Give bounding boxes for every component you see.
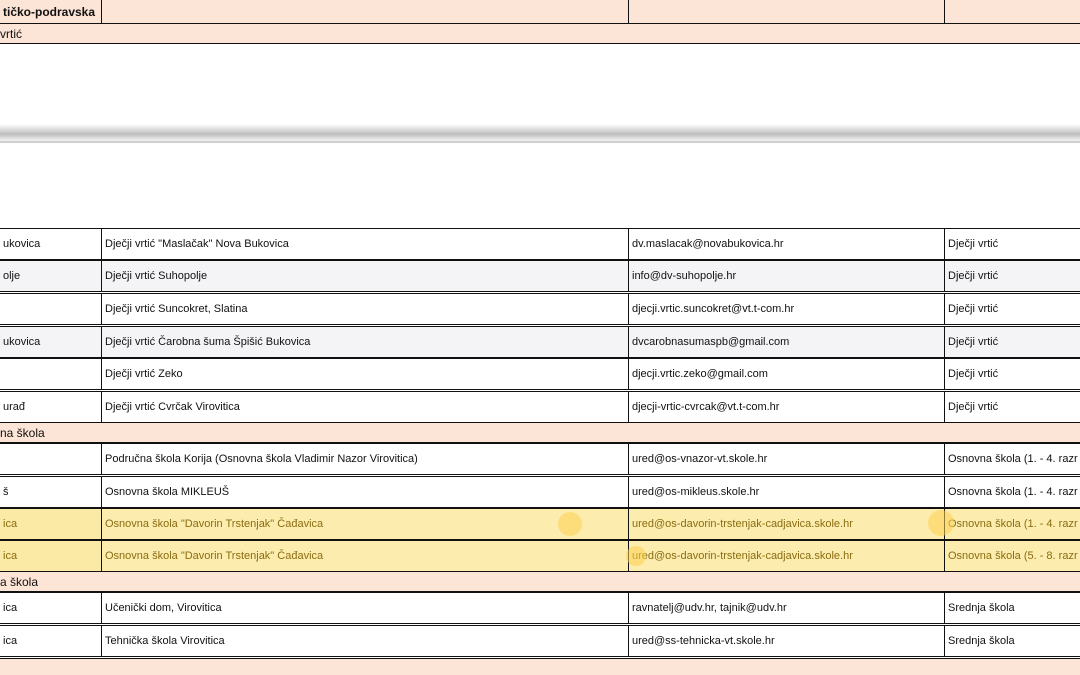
table-row: Dječji vrtić Zeko djecji.vrtic.zeko@gmai…: [0, 358, 1080, 390]
highlighter-mark: [626, 546, 646, 566]
type-cell: Osnovna škola (5. - 8. razr: [944, 541, 1080, 571]
table-row: š Osnovna škola MIKLEUŠ ured@os-mikleus.…: [0, 476, 1080, 508]
table-row-highlighted: ica Osnovna škola "Davorin Trstenjak" Ča…: [0, 540, 1080, 572]
place-cell: ukovica: [3, 336, 41, 348]
institution-cell: Dječji vrtić "Maslačak" Nova Bukovica: [101, 229, 628, 259]
region-name: tičko-podravska: [3, 4, 96, 19]
institution-cell: Osnovna škola "Davorin Trstenjak" Čađavi…: [101, 509, 628, 539]
place-cell: ukovica: [3, 238, 41, 250]
institution-cell: Osnovna škola MIKLEUŠ: [101, 477, 628, 507]
email-cell: info@dv-suhopolje.hr: [628, 261, 944, 291]
table-row-highlighted: ica Osnovna škola "Davorin Trstenjak" Ča…: [0, 508, 1080, 540]
type-cell: Osnovna škola (1. - 4. razr: [944, 509, 1080, 539]
page-break-line: [0, 141, 1080, 143]
institution-cell: Tehnička škola Virovitica: [101, 626, 628, 656]
institution-cell: Dječji vrtić Cvrčak Virovitica: [101, 392, 628, 422]
place-cell: [0, 444, 101, 474]
place-cell: [0, 359, 101, 389]
region-header-row: tičko-podravska: [0, 0, 1080, 24]
table-row: Dječji vrtić Suncokret, Slatina djecji.v…: [0, 293, 1080, 325]
place-cell: olje: [3, 270, 21, 282]
email-cell: ured@os-davorin-trstenjak-cadjavica.skol…: [628, 509, 944, 539]
email-cell: ured@ss-tehnicka-vt.skole.hr: [628, 626, 944, 656]
email-cell: djecji-vrtic-cvrcak@vt.t-com.hr: [628, 392, 944, 422]
table-row: olje Dječji vrtić Suhopolje info@dv-suho…: [0, 260, 1080, 292]
type-cell: Osnovna škola (1. - 4. razr: [944, 477, 1080, 507]
institution-cell: Dječji vrtić Suncokret, Slatina: [101, 294, 628, 324]
table-row: Područna škola Korija (Osnovna škola Vla…: [0, 443, 1080, 475]
next-section-strip: [0, 658, 1080, 675]
institution-cell: Osnovna škola "Davorin Trstenjak" Čađavi…: [101, 541, 628, 571]
type-cell: Dječji vrtić: [944, 327, 1080, 357]
section-kindergarten-label: vrtić: [0, 26, 22, 41]
type-cell: Osnovna škola (1. - 4. razr: [944, 444, 1080, 474]
place-cell: ica: [0, 509, 101, 539]
institution-cell: Dječji vrtić Suhopolje: [101, 261, 628, 291]
institution-cell: Područna škola Korija (Osnovna škola Vla…: [101, 444, 628, 474]
type-cell: Dječji vrtić: [944, 359, 1080, 389]
spreadsheet-page: tičko-podravska vrtić ukovica Dječji vrt…: [0, 0, 1080, 675]
email-cell: ured@os-mikleus.skole.hr: [628, 477, 944, 507]
place-cell: ica: [3, 602, 18, 614]
email-cell: ured@os-vnazor-vt.skole.hr: [628, 444, 944, 474]
place-cell: [0, 294, 101, 324]
region-cell-4: [944, 0, 1080, 23]
type-cell: Dječji vrtić: [944, 294, 1080, 324]
place-cell: š: [3, 486, 9, 498]
place-cell: urađ: [3, 401, 26, 413]
highlighter-mark: [558, 512, 582, 536]
region-cell-2: [101, 0, 628, 23]
table-row: ica Tehnička škola Virovitica ured@ss-te…: [0, 625, 1080, 657]
type-cell: Dječji vrtić: [944, 261, 1080, 291]
type-cell: Dječji vrtić: [944, 392, 1080, 422]
section-primary: na škola: [0, 423, 1080, 443]
highlighter-mark: [928, 510, 954, 536]
section-kindergarten: vrtić: [0, 24, 1080, 44]
table-row: ukovica Dječji vrtić "Maslačak" Nova Buk…: [0, 228, 1080, 260]
place-cell: ica: [0, 541, 101, 571]
table-row: ukovica Dječji vrtić Čarobna šuma Špišić…: [0, 326, 1080, 358]
table-row: ica Učenički dom, Virovitica ravnatelj@u…: [0, 592, 1080, 624]
email-cell: ravnatelj@udv.hr, tajnik@udv.hr: [628, 593, 944, 623]
section-secondary-label: a škola: [0, 574, 39, 589]
email-cell: dvcarobnasumaspb@gmail.com: [628, 327, 944, 357]
type-cell: Srednja škola: [944, 626, 1080, 656]
email-cell: dv.maslacak@novabukovica.hr: [628, 229, 944, 259]
section-primary-label: na škola: [0, 425, 45, 440]
place-cell: ica: [3, 635, 18, 647]
section-secondary: a škola: [0, 572, 1080, 592]
table-row: urađ Dječji vrtić Cvrčak Virovitica djec…: [0, 391, 1080, 423]
institution-cell: Učenički dom, Virovitica: [101, 593, 628, 623]
email-cell: djecji.vrtic.suncokret@vt.t-com.hr: [628, 294, 944, 324]
institution-cell: Dječji vrtić Zeko: [101, 359, 628, 389]
region-cell-3: [628, 0, 944, 23]
type-cell: Dječji vrtić: [944, 229, 1080, 259]
type-cell: Srednja škola: [944, 593, 1080, 623]
institution-cell: Dječji vrtić Čarobna šuma Špišić Bukovic…: [101, 327, 628, 357]
email-cell: ured@os-davorin-trstenjak-cadjavica.skol…: [628, 541, 944, 571]
email-cell: djecji.vrtic.zeko@gmail.com: [628, 359, 944, 389]
